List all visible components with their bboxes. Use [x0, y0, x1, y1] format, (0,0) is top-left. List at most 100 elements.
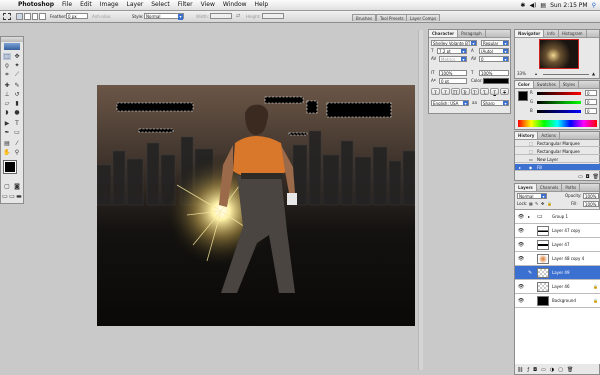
channel-r-slider[interactable] [537, 92, 581, 95]
standard-mode-icon[interactable]: ▢ [3, 183, 11, 190]
subscript-button[interactable]: T, [480, 88, 490, 95]
brush-tool-icon[interactable]: ✎ [13, 82, 21, 89]
visibility-eye-icon[interactable]: 👁 [517, 238, 525, 252]
crop-tool-icon[interactable]: ⌗ [3, 71, 11, 78]
all-caps-button[interactable]: TT [450, 88, 460, 95]
history-item[interactable]: ⬚ Rectangular Marquee [515, 140, 600, 147]
gradient-tool-icon[interactable]: ▮ [13, 100, 21, 107]
strikethrough-button[interactable]: T [500, 88, 509, 95]
feather-input[interactable]: 0 px [66, 13, 88, 19]
lock-all-icon[interactable]: 🔒 [547, 201, 552, 207]
color-fg-swatch[interactable] [518, 91, 528, 101]
menu-edit[interactable]: Edit [76, 0, 96, 10]
new-group-icon[interactable]: ▭ [541, 367, 546, 373]
lasso-tool-icon[interactable]: ϙ [3, 62, 11, 69]
dodge-tool-icon[interactable]: ● [13, 109, 21, 116]
quick-mask-mode-icon[interactable]: ◙ [13, 183, 21, 190]
marquee-tool-preset-icon[interactable] [3, 13, 11, 20]
link-layers-icon[interactable]: ⛓ [517, 367, 523, 373]
menu-window[interactable]: Window [219, 0, 251, 10]
layer-row-group[interactable]: 👁 ▸ ▭ Group 1 [515, 210, 600, 224]
visibility-eye-icon[interactable]: 👁 [517, 294, 525, 308]
history-delete-icon[interactable]: 🗑 [593, 174, 599, 180]
path-selection-tool-icon[interactable]: ▶ [3, 120, 11, 127]
channel-b-slider[interactable] [537, 110, 581, 113]
kerning-select[interactable]: Metrics [439, 56, 467, 62]
history-item-active[interactable]: ▸ ◆ Fill [515, 164, 600, 171]
anti-alias-checkbox-label[interactable]: Anti-alias [92, 11, 111, 22]
marquee-tool-icon[interactable]: ⬚ [3, 53, 11, 60]
antialias-select[interactable]: Sharp [481, 100, 509, 106]
navigator-preview[interactable] [539, 39, 579, 69]
tab-history[interactable]: History [515, 132, 539, 139]
tab-paragraph[interactable]: Paragraph [458, 30, 486, 37]
new-document-from-state-icon[interactable]: ▭ [578, 174, 583, 180]
flag-icon[interactable]: ▤ [540, 2, 546, 9]
eraser-tool-icon[interactable]: ▱ [3, 100, 11, 107]
color-spectrum-bar[interactable] [518, 120, 597, 127]
healing-brush-tool-icon[interactable]: ✚ [3, 82, 11, 89]
history-item[interactable]: ⬚ Rectangular Marquee [515, 148, 600, 155]
height-input[interactable] [262, 13, 284, 19]
faux-bold-button[interactable]: T [431, 88, 440, 95]
visibility-eye-icon[interactable]: 👁 [517, 210, 525, 224]
layer-row[interactable]: 👁 Layer 46 🔒 [515, 280, 600, 294]
magic-wand-tool-icon[interactable]: ✦ [13, 62, 21, 69]
font-family-select[interactable]: Shelley Volante BT [431, 40, 477, 46]
layer-row-background[interactable]: 👁 Background 🔒 [515, 294, 600, 308]
menu-help[interactable]: Help [251, 0, 273, 10]
faux-italic-button[interactable]: T [440, 88, 450, 95]
menu-filter[interactable]: Filter [174, 0, 197, 10]
baseline-shift-input[interactable]: 0 pt [439, 78, 467, 84]
zoom-out-icon[interactable]: ▴ [535, 71, 537, 77]
layer-row[interactable]: 👁 Layer 48 copy 4 [515, 252, 600, 266]
history-item[interactable]: ▭ New Layer [515, 156, 600, 163]
font-size-select[interactable]: 7.2 pt [437, 48, 467, 54]
language-select[interactable]: English: USA [431, 100, 469, 106]
vertical-scale-input[interactable]: 100% [439, 70, 467, 76]
layer-row[interactable]: 👁 Layer 47 [515, 238, 600, 252]
zoom-slider[interactable] [543, 74, 589, 75]
bluetooth-icon[interactable]: ✱ [520, 2, 525, 9]
small-caps-button[interactable]: Tr [460, 88, 470, 95]
channel-b-input[interactable]: 0 [585, 108, 597, 114]
shape-tool-icon[interactable]: ▭ [13, 129, 21, 136]
pen-tool-icon[interactable]: ✒ [3, 129, 11, 136]
layer-row[interactable]: 👁 Layer 47 copy [515, 224, 600, 238]
zoom-tool-icon[interactable]: ⚲ [13, 149, 21, 156]
eyedropper-tool-icon[interactable]: ⁄ [13, 140, 21, 147]
leading-select[interactable]: (Auto) [479, 48, 509, 54]
underline-button[interactable]: T [490, 88, 500, 95]
screen-mode-full-icon[interactable]: ▬ [16, 193, 22, 200]
tab-color[interactable]: Color [515, 81, 534, 88]
adjustment-layer-icon[interactable]: ◑ [550, 367, 554, 373]
style-select[interactable]: Normal [144, 13, 184, 20]
lock-image-icon[interactable]: ✎ [535, 201, 538, 207]
clone-stamp-tool-icon[interactable]: ⊥ [3, 91, 11, 98]
menu-layer[interactable]: Layer [123, 0, 148, 10]
palette-titlebar[interactable] [1, 37, 23, 42]
visibility-eye-icon[interactable]: 👁 [517, 280, 525, 294]
dock-tab-layer-comps[interactable]: Layer Comps [406, 14, 441, 21]
clock-text[interactable]: Sun 2:15 PM [550, 2, 588, 9]
history-brush-tool-icon[interactable]: ↺ [13, 91, 21, 98]
zoom-level[interactable]: 33% [517, 71, 526, 77]
history-state-slider-icon[interactable]: ▸ [519, 164, 521, 171]
lock-position-icon[interactable]: ✥ [541, 201, 544, 207]
tab-channels[interactable]: Channels [537, 184, 563, 191]
selection-mode-icons[interactable] [16, 13, 46, 20]
dock-tab-tool-presets[interactable]: Tool Presets [376, 14, 408, 21]
dock-tab-brushes[interactable]: Brushes [352, 14, 377, 21]
slice-tool-icon[interactable]: ⟋ [13, 71, 21, 78]
expand-triangle-icon[interactable]: ▸ [528, 210, 530, 224]
document-canvas[interactable] [97, 85, 415, 326]
tab-paths[interactable]: Paths [562, 184, 581, 191]
blur-tool-icon[interactable]: ◗ [3, 109, 11, 116]
layer-style-icon[interactable]: ƒ [527, 367, 529, 373]
menu-select[interactable]: Select [147, 0, 174, 10]
menu-view[interactable]: View [197, 0, 219, 10]
swap-dimensions-icon[interactable]: ⇄ [236, 13, 240, 19]
hand-tool-icon[interactable]: ✋ [3, 149, 11, 156]
channel-g-slider[interactable] [537, 101, 581, 104]
menu-file[interactable]: File [58, 0, 76, 10]
